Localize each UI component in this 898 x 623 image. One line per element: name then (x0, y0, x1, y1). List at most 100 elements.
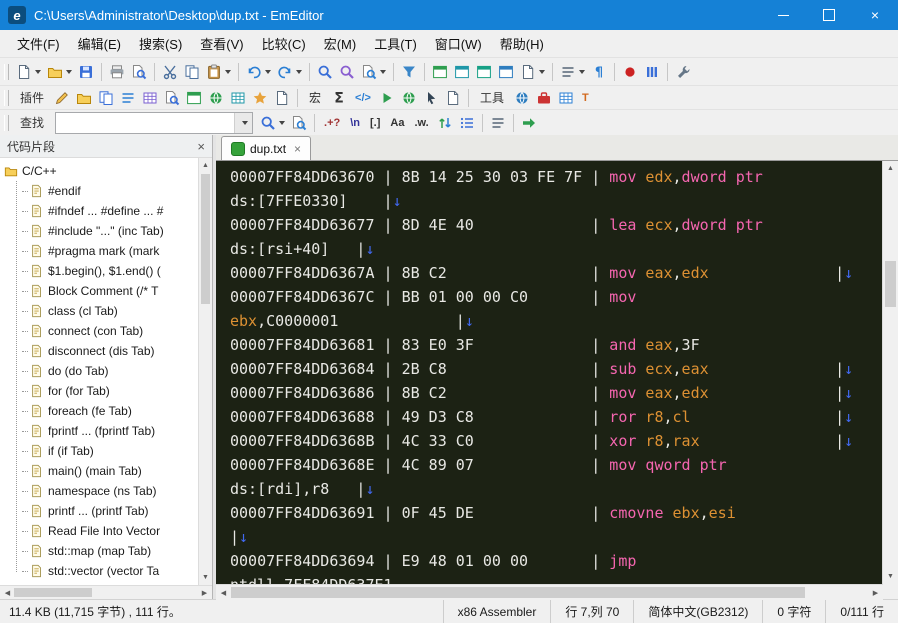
print-button[interactable] (106, 61, 128, 83)
document-list-button-dropdown-icon[interactable] (539, 69, 545, 74)
go-next-button[interactable] (518, 112, 540, 134)
tree-item-0[interactable]: #endif (22, 181, 198, 201)
tree-item-19[interactable]: std::vector (vector Ta (22, 561, 198, 581)
tree-item-13[interactable]: if (if Tab) (22, 441, 198, 461)
scroll-left-arrow-icon[interactable]: ◀ (216, 585, 231, 600)
open-file-button[interactable] (44, 61, 75, 83)
tree-item-2[interactable]: #include "..." (inc Tab) (22, 221, 198, 241)
find-next-button-dropdown-icon[interactable] (279, 120, 286, 125)
sort-button[interactable] (557, 61, 588, 83)
new-file-button[interactable] (13, 61, 44, 83)
menu-item-1[interactable]: 编辑(E) (69, 30, 130, 57)
match-case-toggle[interactable]: Aa (386, 115, 408, 131)
paste-button[interactable] (203, 61, 234, 83)
plugin-search-button[interactable] (161, 87, 183, 109)
plugin-html-bar-button[interactable] (183, 87, 205, 109)
status-selection-chars[interactable]: 0 字符 (762, 600, 825, 623)
menu-item-6[interactable]: 工具(T) (365, 30, 426, 57)
scroll-right-arrow-icon[interactable]: ▶ (197, 586, 212, 599)
tree-item-4[interactable]: $1.begin(), $1.end() ( (22, 261, 198, 281)
tree-item-16[interactable]: printf ... (printf Tab) (22, 501, 198, 521)
menu-item-2[interactable]: 搜索(S) (130, 30, 191, 57)
macro-run-button[interactable] (376, 87, 398, 109)
menu-item-7[interactable]: 窗口(W) (426, 30, 491, 57)
paste-button-dropdown-icon[interactable] (225, 69, 231, 74)
scroll-left-arrow-icon[interactable]: ◀ (0, 586, 15, 599)
scroll-up-arrow-icon[interactable]: ▲ (883, 161, 898, 176)
tree-root-c-cpp[interactable]: C/C++ (4, 161, 198, 181)
new-file-button-dropdown-icon[interactable] (35, 69, 41, 74)
tools-web-button[interactable] (511, 87, 533, 109)
scrollbar-thumb[interactable] (201, 174, 210, 304)
replace-button[interactable] (336, 61, 358, 83)
tree-item-7[interactable]: connect (con Tab) (22, 321, 198, 341)
scrollbar-thumb[interactable] (885, 261, 896, 307)
special-chars-button[interactable] (588, 61, 610, 83)
tree-item-14[interactable]: main() (main Tab) (22, 461, 198, 481)
toolbar-grip[interactable] (4, 114, 9, 131)
scroll-right-arrow-icon[interactable]: ▶ (868, 585, 883, 600)
tree-item-6[interactable]: class (cl Tab) (22, 301, 198, 321)
scrollbar-thumb[interactable] (231, 587, 805, 598)
find-button[interactable] (314, 61, 336, 83)
minimize-button[interactable] (760, 0, 806, 30)
whole-word-toggle[interactable]: .w. (410, 115, 432, 131)
menu-item-3[interactable]: 查看(V) (191, 30, 252, 57)
tree-item-15[interactable]: namespace (ns Tab) (22, 481, 198, 501)
copy-button[interactable] (181, 61, 203, 83)
run-macro-button[interactable] (641, 61, 663, 83)
cut-button[interactable] (159, 61, 181, 83)
plugin-outline-button[interactable] (117, 87, 139, 109)
plugin-web-preview-button[interactable] (205, 87, 227, 109)
filter-lines-button[interactable] (487, 112, 509, 134)
find-next-button[interactable] (257, 112, 288, 134)
plugin-open-documents-button[interactable] (95, 87, 117, 109)
print-preview-button[interactable] (128, 61, 150, 83)
undo-button[interactable] (243, 61, 274, 83)
redo-button-dropdown-icon[interactable] (296, 69, 302, 74)
tree-item-17[interactable]: Read File Into Vector (22, 521, 198, 541)
filter-button[interactable] (398, 61, 420, 83)
tools-grid-button[interactable] (555, 87, 577, 109)
status-line-count[interactable]: 0/111 行 (825, 600, 898, 623)
snippets-panel-close-button[interactable]: × (197, 140, 205, 153)
count-matches-button[interactable] (456, 112, 478, 134)
tree-item-10[interactable]: for (for Tab) (22, 381, 198, 401)
tree-item-5[interactable]: Block Comment (/* T (22, 281, 198, 301)
plugin-word-count-button[interactable] (227, 87, 249, 109)
scroll-up-arrow-icon[interactable]: ▲ (199, 158, 212, 173)
macro-document-button[interactable] (442, 87, 464, 109)
plugin-tooltip-button[interactable] (271, 87, 293, 109)
tree-item-3[interactable]: #pragma mark (mark (22, 241, 198, 261)
escape-sequence-toggle[interactable]: \n (346, 115, 364, 131)
macro-globe-button[interactable] (398, 87, 420, 109)
undo-button-dropdown-icon[interactable] (265, 69, 271, 74)
menu-item-8[interactable]: 帮助(H) (491, 30, 553, 57)
toolbar-grip[interactable] (4, 63, 9, 80)
maximize-button[interactable] (806, 0, 852, 30)
sort-button-dropdown-icon[interactable] (579, 69, 585, 74)
plugin-markers-button[interactable] (249, 87, 271, 109)
macro-library-button[interactable] (328, 87, 350, 109)
find-in-files-button-dropdown-icon[interactable] (380, 69, 386, 74)
search-direction-button[interactable] (434, 112, 456, 134)
wildcard-toggle[interactable]: [.] (366, 115, 384, 131)
tree-item-12[interactable]: fprintf ... (fprintf Tab) (22, 421, 198, 441)
status-cursor-position[interactable]: 行 7,列 70 (550, 600, 633, 623)
find-input-dropdown[interactable] (234, 112, 253, 133)
macro-pointer-button[interactable] (420, 87, 442, 109)
script-bar-button[interactable] (473, 61, 495, 83)
record-macro-button[interactable] (619, 61, 641, 83)
document-list-button[interactable] (517, 61, 548, 83)
scroll-down-arrow-icon[interactable]: ▼ (199, 570, 212, 585)
tools-toolbox-button[interactable] (533, 87, 555, 109)
tab-dup-txt[interactable]: dup.txt × (221, 136, 312, 160)
toolbar-grip[interactable] (4, 89, 9, 106)
plugin-explorer-button[interactable] (73, 87, 95, 109)
tree-item-18[interactable]: std::map (map Tab) (22, 541, 198, 561)
tools-tag-button[interactable]: T (578, 90, 593, 106)
preview-bar-button[interactable] (495, 61, 517, 83)
open-file-button-dropdown-icon[interactable] (66, 69, 72, 74)
menu-item-4[interactable]: 比较(C) (253, 30, 315, 57)
html-bar-button[interactable] (429, 61, 451, 83)
